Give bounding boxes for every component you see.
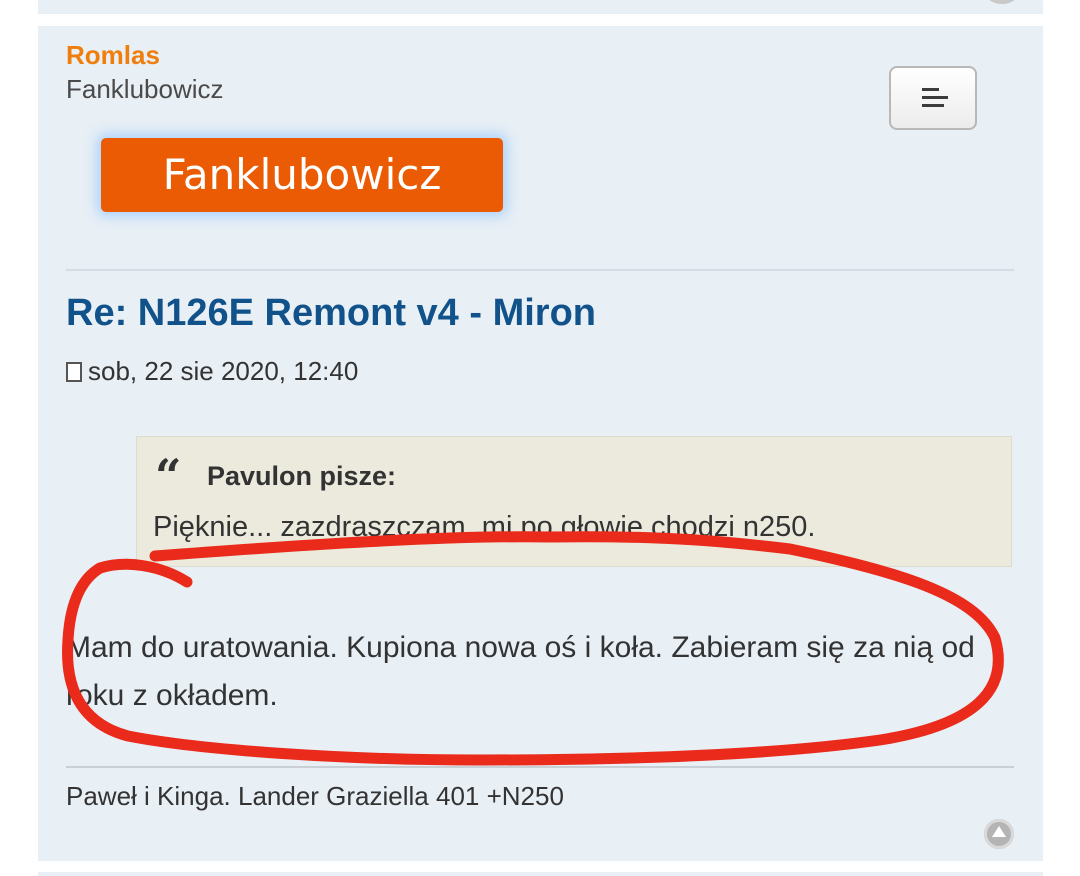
post-title[interactable]: Re: N126E Remont v4 - Miron <box>66 292 596 335</box>
signature-divider <box>66 766 1014 768</box>
forum-post: Romlas Fanklubowicz Fanklubowicz Re: N12… <box>38 26 1043 861</box>
quote-block: “ Pavulon pisze: Pięknie... zazdraszczam… <box>136 436 1012 567</box>
document-icon[interactable] <box>66 362 82 382</box>
post-body: Mam do uratowania. Kupiona nowa oś i koł… <box>66 631 975 712</box>
next-post-edge <box>38 872 1043 876</box>
quote-text: Pięknie... zazdraszczam, mi po głowie ch… <box>153 511 816 543</box>
post-signature: Paweł i Kinga. Lander Graziella 401 +N25… <box>66 781 564 811</box>
post-meta: sob, 22 sie 2020, 12:40 <box>66 356 358 387</box>
hamburger-menu-icon <box>922 88 939 91</box>
rank-badge-image: Fanklubowicz <box>101 138 503 212</box>
arrow-up-circle-icon[interactable] <box>984 819 1014 849</box>
quote-icon: “ <box>155 449 182 503</box>
quote-author: Pavulon pisze: <box>207 461 397 491</box>
post-menu-button[interactable] <box>889 66 977 130</box>
post-date: sob, 22 sie 2020, 12:40 <box>88 356 359 386</box>
previous-post-top-icon[interactable] <box>987 0 1017 4</box>
profile-divider <box>66 269 1014 271</box>
post-author[interactable]: Romlas <box>66 40 160 71</box>
previous-post-edge <box>38 0 1043 14</box>
author-rank: Fanklubowicz <box>66 74 224 104</box>
